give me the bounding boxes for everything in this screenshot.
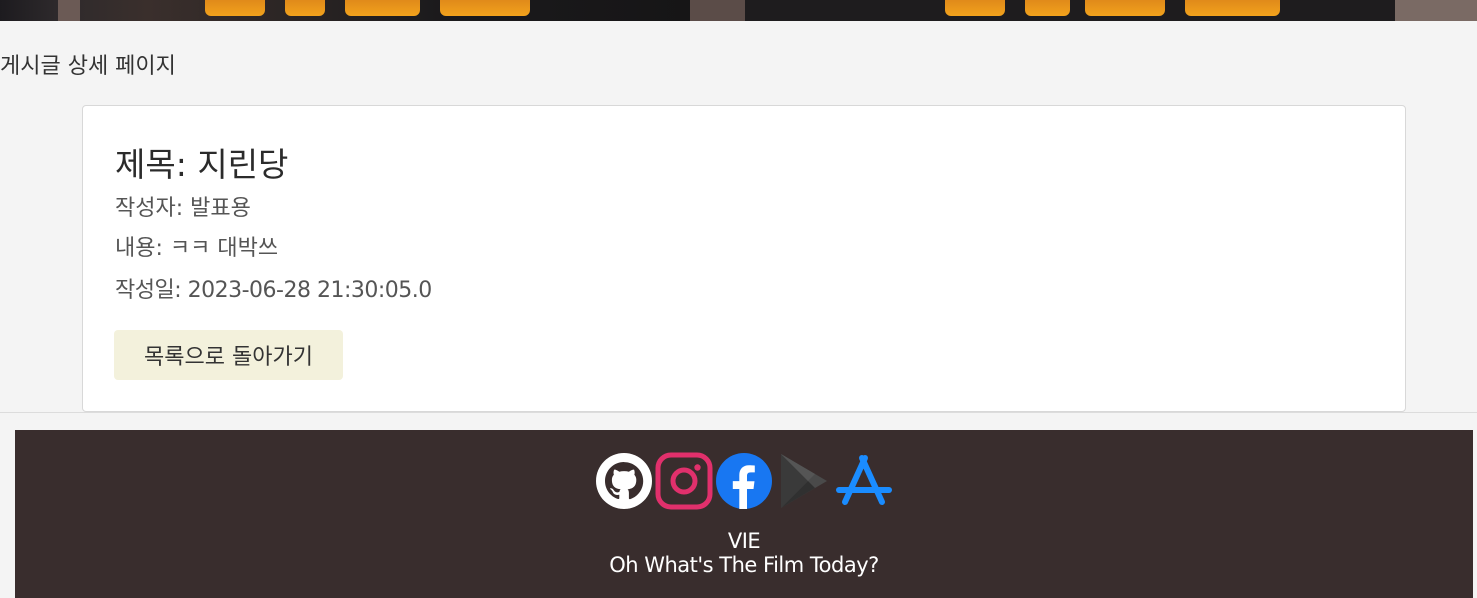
section-divider <box>0 412 1477 413</box>
post-detail-card: 제목: 지린당 작성자: 발표용 내용: ㅋㅋ 대박쓰 작성일: 2023-06… <box>82 105 1406 412</box>
hero-banner <box>0 0 1477 21</box>
page-heading: 게시글 상세 페이지 <box>0 54 176 79</box>
instagram-icon[interactable] <box>655 452 713 510</box>
back-to-list-button[interactable]: 목록으로 돌아가기 <box>114 330 343 380</box>
github-icon[interactable] <box>595 452 653 510</box>
footer-brand: VIE <box>727 529 761 553</box>
google-play-icon[interactable] <box>775 452 833 510</box>
footer-tagline: Oh What's The Film Today? <box>609 553 879 577</box>
social-icons <box>595 452 895 510</box>
facebook-icon[interactable] <box>715 452 773 510</box>
post-content: 내용: ㅋㅋ 대박쓰 <box>115 236 279 261</box>
post-author: 작성자: 발표용 <box>115 196 251 221</box>
post-title: 제목: 지린당 <box>115 145 289 184</box>
app-store-icon[interactable] <box>835 452 893 510</box>
footer: VIE Oh What's The Film Today? <box>15 430 1473 598</box>
post-date: 작성일: 2023-06-28 21:30:05.0 <box>115 278 432 303</box>
movie-poster-left <box>0 0 745 21</box>
movie-poster-right <box>745 0 1477 21</box>
